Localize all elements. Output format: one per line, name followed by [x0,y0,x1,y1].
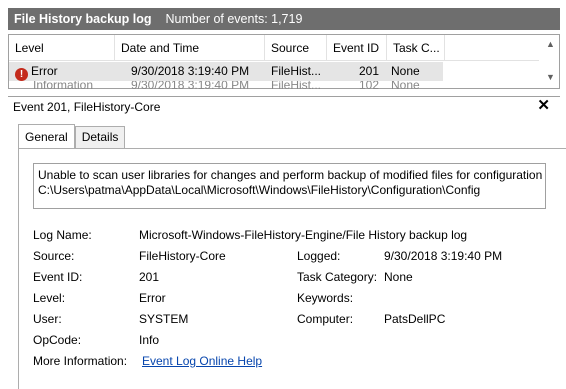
column-header-date[interactable]: Date and Time [115,35,265,61]
titlebar: File History backup log Number of events… [0,0,566,31]
log-header-bar: File History backup log Number of events… [8,8,560,30]
log-name-label: Log Name: [33,228,92,242]
scroll-down-icon[interactable]: ▼ [546,72,555,82]
row-source: FileHist... [271,81,322,89]
event-list[interactable]: Level Date and Time Source Event ID Task… [8,34,560,89]
column-header-level[interactable]: Level [9,35,115,61]
table-row-partial[interactable]: Information 9/30/2018 3:19:40 PM FileHis… [9,81,443,89]
event-list-header: Level Date and Time Source Event ID Task… [9,35,539,61]
row-level: Information [33,81,94,89]
scroll-up-icon[interactable]: ▲ [546,39,555,49]
event-message-line-1: Unable to scan user libraries for change… [38,168,543,182]
error-icon: ! [15,68,28,81]
detail-tabs: General Details [18,124,126,148]
row-source: FileHist... [271,64,322,78]
user-value: SYSTEM [139,312,189,326]
row-task: None [391,81,420,89]
keywords-label: Keywords: [297,291,354,305]
opcode-label: OpCode: [33,333,82,347]
column-header-source[interactable]: Source [265,35,327,61]
logged-value: 9/30/2018 3:19:40 PM [384,249,503,263]
row-level-cell: ! Error [9,62,115,81]
level-label: Level: [33,291,66,305]
log-name-value: Microsoft-Windows-FileHistory-Engine/Fil… [139,228,468,242]
event-list-scrollbar[interactable]: ▲ ▼ [541,35,559,88]
opcode-value: Info [139,333,160,347]
computer-label: Computer: [297,312,354,326]
row-event-id: 102 [358,81,379,89]
event-message: Unable to scan user libraries for change… [33,163,546,209]
log-title: File History backup log [14,12,152,26]
row-date: 9/30/2018 3:19:40 PM [131,81,250,89]
task-category-value: None [384,270,413,284]
user-label: User: [33,312,62,326]
row-task: None [391,64,420,78]
event-detail-header: Event 201, FileHistory-Core ✕ [8,96,560,116]
close-icon[interactable]: ✕ [537,98,550,114]
event-message-line-2: C:\Users\patma\AppData\Local\Microsoft\W… [38,183,481,197]
column-header-task-category[interactable]: Task C... [387,35,445,61]
task-category-label: Task Category: [297,270,378,284]
table-row[interactable]: ! Error 9/30/2018 3:19:40 PM FileHist... … [9,62,443,81]
source-value: FileHistory-Core [139,249,226,263]
logged-label: Logged: [297,249,341,263]
row-level: Error [31,64,58,78]
row-date: 9/30/2018 3:19:40 PM [131,64,250,78]
computer-value: PatsDellPC [384,312,446,326]
tab-general[interactable]: General [18,124,75,148]
event-id-value: 201 [139,270,160,284]
tab-details[interactable]: Details [74,126,126,148]
event-id-label: Event ID: [33,270,83,284]
row-event-id: 201 [358,64,379,78]
column-header-event-id[interactable]: Event ID [327,35,387,61]
event-log-online-help-link[interactable]: Event Log Online Help [142,354,262,368]
level-value: Error [139,291,166,305]
source-label: Source: [33,249,75,263]
event-detail-title: Event 201, FileHistory-Core [13,99,161,114]
event-count: Number of events: 1,719 [165,12,303,26]
more-information-label: More Information: [33,354,128,368]
